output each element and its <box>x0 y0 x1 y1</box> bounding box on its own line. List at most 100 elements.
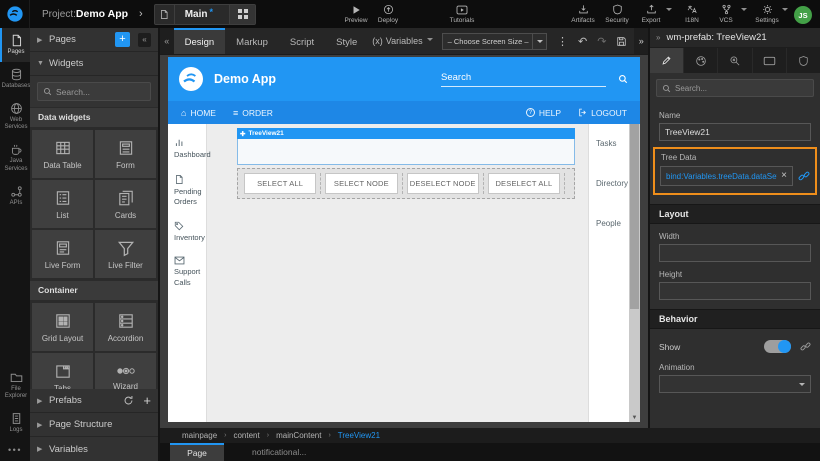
tab-script[interactable]: Script <box>279 28 325 54</box>
behavior-section-header[interactable]: Behavior <box>650 309 820 329</box>
rail-item-file-explorer[interactable]: File Explorer <box>0 365 30 407</box>
menu-item-tasks[interactable]: Tasks <box>596 139 629 148</box>
rail-item-logs[interactable]: Logs <box>0 406 30 440</box>
wavemaker-logo[interactable] <box>0 0 30 28</box>
widget-selection-tag[interactable]: ✚ TreeView21 <box>237 128 575 139</box>
widgets-section-header[interactable]: ▼ Widgets <box>30 52 158 76</box>
treeview-widget-selected[interactable]: ✚ TreeView21 <box>237 128 575 165</box>
menu-item-people[interactable]: People <box>596 219 629 228</box>
rail-item-web-services[interactable]: Web Services <box>0 96 30 138</box>
menu-item-dashboard[interactable]: Dashboard <box>174 137 203 161</box>
artifacts-button[interactable]: Artifacts <box>569 4 597 24</box>
tab-style[interactable]: Style <box>325 28 368 54</box>
rail-item-java-services[interactable]: Java Services <box>0 137 30 179</box>
widget-tile-live-form[interactable]: Live Form <box>32 230 93 278</box>
widget-tile-grid-layout[interactable]: Grid Layout <box>32 303 93 351</box>
tab-security[interactable] <box>787 48 820 73</box>
buttons-row-selection[interactable]: SELECT ALL SELECT NODE DESELECT NODE DES… <box>237 168 575 199</box>
variables-section-header[interactable]: ▶ Variables <box>30 437 158 461</box>
widget-tile-form[interactable]: Form <box>95 130 156 178</box>
properties-search-input[interactable] <box>675 84 808 93</box>
security-button[interactable]: Security <box>603 4 631 24</box>
animation-select[interactable] <box>659 375 811 393</box>
widget-tile-wizard[interactable]: Wizard <box>95 353 156 389</box>
height-input[interactable] <box>659 282 811 300</box>
expand-right-panel-icon[interactable]: » <box>634 28 648 54</box>
rail-item-apis[interactable]: APIs <box>0 179 30 213</box>
user-avatar[interactable]: JS <box>794 6 812 24</box>
menu-item-directory[interactable]: Directory <box>596 179 629 188</box>
show-bind-link-icon[interactable] <box>800 341 811 352</box>
save-icon[interactable] <box>611 28 632 54</box>
widget-search-input[interactable] <box>56 87 145 97</box>
collapse-left-panel-icon[interactable]: « <box>160 28 174 54</box>
vcs-menu[interactable]: VCS <box>712 4 747 24</box>
tree-data-bind-input[interactable]: bind:Variables.treeData.dataSet × <box>660 166 793 186</box>
prefabs-section-header[interactable]: ▶ Prefabs + <box>30 389 158 413</box>
dashboard-grid-icon[interactable] <box>229 5 255 24</box>
collapse-right-panel-icon[interactable]: » <box>656 33 660 42</box>
rail-more-icon[interactable]: ••• <box>0 440 30 461</box>
show-toggle[interactable] <box>764 340 791 353</box>
widget-tile-accordion[interactable]: Accordion <box>95 303 156 351</box>
tab-device[interactable] <box>753 48 787 73</box>
design-canvas[interactable]: Demo App Search ⌂HOME ≡ORDER ?HELP LOGOU… <box>168 57 640 422</box>
deploy-button[interactable]: Deploy <box>374 4 402 24</box>
pages-section-header[interactable]: ▶ Pages + « <box>30 28 158 52</box>
deselect-node-button[interactable]: DESELECT NODE <box>407 173 479 194</box>
screen-size-select[interactable]: – Choose Screen Size – <box>442 33 547 50</box>
widget-tile-live-filter[interactable]: Live Filter <box>95 230 156 278</box>
add-page-button[interactable]: + <box>115 32 130 47</box>
nav-order[interactable]: ≡ORDER <box>233 108 273 118</box>
properties-search-box[interactable] <box>656 79 814 97</box>
refresh-icon[interactable] <box>123 395 134 406</box>
widget-search-box[interactable] <box>37 82 151 101</box>
breadcrumb-maincontent[interactable]: mainContent <box>276 431 321 440</box>
tab-styles[interactable] <box>684 48 718 73</box>
redo-icon[interactable]: ↷ <box>592 28 611 54</box>
deselect-all-button[interactable]: DESELECT ALL <box>488 173 560 194</box>
width-input[interactable] <box>659 244 811 262</box>
scroll-down-icon[interactable]: ▼ <box>629 415 640 421</box>
canvas-scrollbar[interactable]: ▼ <box>629 124 640 422</box>
i18n-button[interactable]: I18N <box>678 4 706 24</box>
tab-events[interactable] <box>718 48 752 73</box>
menu-item-inventory[interactable]: Inventory <box>174 221 203 244</box>
widget-tile-list[interactable]: List <box>32 180 93 228</box>
add-prefab-icon[interactable]: + <box>143 394 151 407</box>
tab-properties[interactable] <box>650 48 684 73</box>
clear-binding-icon[interactable]: × <box>781 171 787 181</box>
select-node-button[interactable]: SELECT NODE <box>325 173 397 194</box>
nav-help[interactable]: ?HELP <box>526 108 561 118</box>
page-tab-main[interactable]: Main* <box>154 4 256 25</box>
preview-button[interactable]: Preview <box>342 5 370 24</box>
nav-home[interactable]: ⌂HOME <box>181 108 216 118</box>
tab-markup[interactable]: Markup <box>225 28 279 54</box>
more-options-icon[interactable]: ⋮ <box>552 28 573 54</box>
treeview-widget-body[interactable] <box>237 139 575 165</box>
undo-icon[interactable]: ↶ <box>573 28 592 54</box>
search-icon[interactable] <box>618 74 628 84</box>
settings-menu[interactable]: Settings <box>753 4 788 24</box>
variables-dropdown[interactable]: (x) Variables <box>368 28 436 54</box>
page-structure-section-header[interactable]: ▶ Page Structure <box>30 413 158 437</box>
widget-tile-cards[interactable]: Cards <box>95 180 156 228</box>
nav-logout[interactable]: LOGOUT <box>578 108 627 118</box>
select-all-button[interactable]: SELECT ALL <box>244 173 316 194</box>
widget-tile-data-table[interactable]: Data Table <box>32 130 93 178</box>
breadcrumb-treeview21[interactable]: TreeView21 <box>338 431 380 440</box>
export-menu[interactable]: Export <box>637 4 672 24</box>
preview-search-input[interactable]: Search <box>441 72 606 87</box>
layout-section-header[interactable]: Layout <box>650 204 820 224</box>
tutorials-button[interactable]: Tutorials <box>448 5 476 24</box>
bind-link-icon[interactable] <box>798 170 810 182</box>
tab-design[interactable]: Design <box>174 28 226 54</box>
menu-item-pending-orders[interactable]: Pending Orders <box>174 174 203 208</box>
breadcrumb-mainpage[interactable]: mainpage <box>182 431 217 440</box>
name-input[interactable] <box>659 123 811 141</box>
page-tab[interactable]: Page <box>170 443 224 461</box>
rail-item-pages[interactable]: Pages <box>0 28 30 62</box>
breadcrumb-content[interactable]: content <box>233 431 259 440</box>
collapse-panel-icon[interactable]: « <box>138 33 151 47</box>
scrollbar-thumb[interactable] <box>630 124 639 309</box>
